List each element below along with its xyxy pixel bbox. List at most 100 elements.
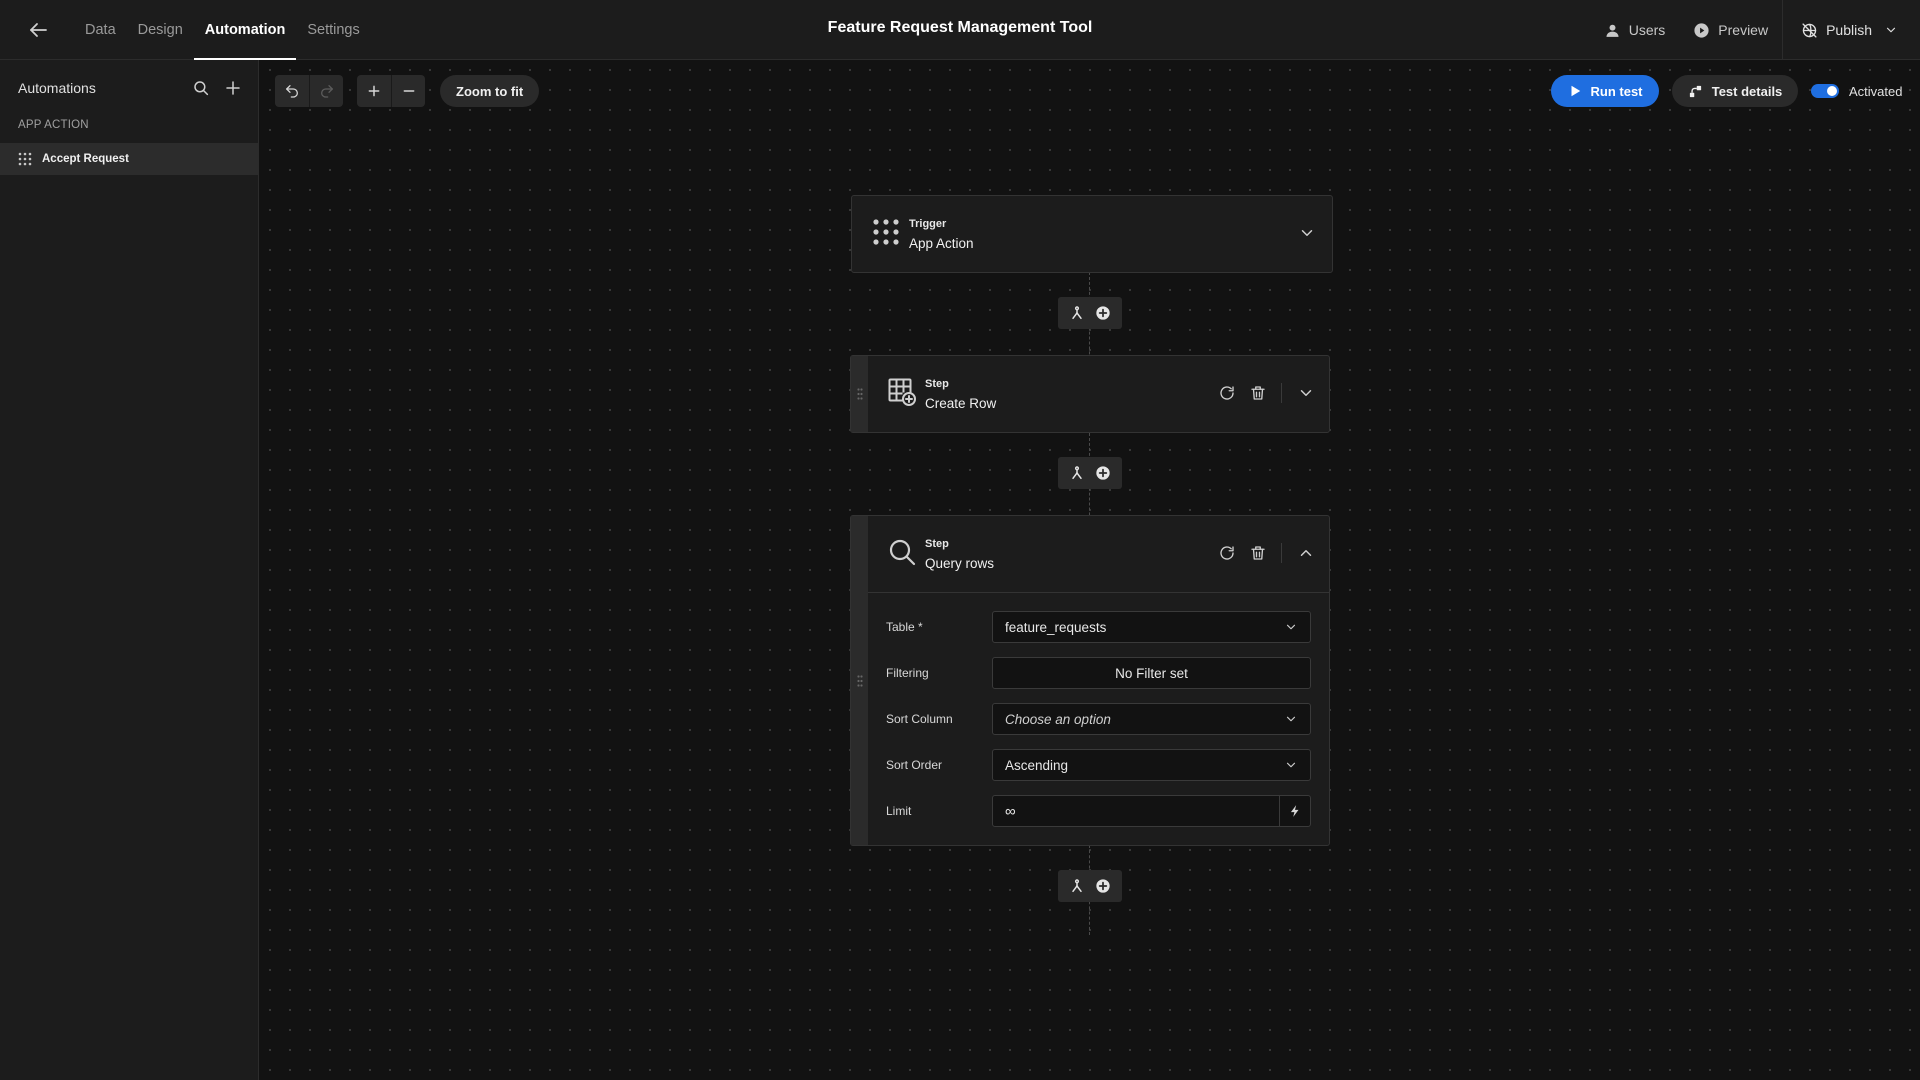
sidebar-item-accept-request[interactable]: Accept Request (0, 143, 258, 175)
field-row-sort-column: Sort Column Choose an option (886, 703, 1311, 735)
chevron-down-icon (1286, 624, 1296, 630)
filtering-value: No Filter set (1115, 665, 1188, 681)
zoom-out-button[interactable] (391, 75, 425, 107)
add-step-icon[interactable] (1095, 878, 1111, 894)
field-row-sort-order: Sort Order Ascending (886, 749, 1311, 781)
query-rows-form: Table * feature_requests Filtering No Fi… (868, 592, 1329, 843)
globe-off-icon (1802, 22, 1817, 38)
chevron-up-icon[interactable] (1297, 544, 1315, 562)
tab-settings[interactable]: Settings (296, 0, 370, 60)
run-test-button[interactable]: Run test (1551, 75, 1659, 107)
automation-canvas[interactable]: Zoom to fit Run test Test details Activa… (260, 60, 1920, 1080)
sort-order-label: Sort Order (886, 758, 943, 772)
sort-column-select[interactable]: Choose an option (992, 703, 1311, 735)
field-row-filtering: Filtering No Filter set (886, 657, 1311, 689)
top-bar: Data Design Automation Settings Feature … (0, 0, 1920, 60)
step-card-query-rows[interactable]: Step Query rows Table * feature_requests (850, 515, 1330, 846)
top-nav: Data Design Automation Settings (74, 0, 371, 60)
chevron-down-icon (1286, 716, 1296, 722)
add-step-pill (1058, 457, 1122, 489)
tab-design[interactable]: Design (127, 0, 194, 60)
trash-icon[interactable] (1249, 384, 1267, 402)
lightning-bolt-icon[interactable] (1279, 796, 1310, 826)
activated-toggle[interactable] (1811, 84, 1839, 98)
users-button[interactable]: Users (1590, 0, 1680, 60)
sidebar-item-label: Accept Request (42, 153, 129, 165)
sidebar-title: Automations (18, 80, 96, 96)
limit-field: ∞ (992, 795, 1311, 827)
step-actions (1205, 542, 1315, 564)
magnifier-icon (888, 538, 916, 566)
step-actions (1205, 382, 1315, 404)
trigger-title: App Action (909, 236, 974, 251)
sort-column-placeholder: Choose an option (1005, 711, 1111, 727)
create-row-icon (888, 378, 916, 406)
chevron-down-icon (1286, 762, 1296, 768)
table-select-value: feature_requests (1005, 619, 1107, 635)
trigger-kicker: Trigger (909, 218, 947, 230)
user-icon (1606, 24, 1619, 37)
preview-button[interactable]: Preview (1679, 0, 1782, 60)
limit-input[interactable]: ∞ (993, 796, 1279, 826)
sort-order-value: Ascending (1005, 757, 1069, 773)
app-action-grid-icon (872, 218, 900, 246)
add-step-pill (1058, 870, 1122, 902)
add-automation-icon[interactable] (224, 79, 242, 97)
sort-order-select[interactable]: Ascending (992, 749, 1311, 781)
undo-icon (286, 85, 298, 98)
sort-column-label: Sort Column (886, 712, 953, 726)
step-title: Create Row (925, 396, 997, 411)
branch-icon[interactable] (1069, 305, 1085, 321)
automations-sidebar: Automations APP ACTION Accept Request (0, 60, 259, 1080)
redo-icon (320, 85, 333, 98)
table-select[interactable]: feature_requests (992, 611, 1311, 643)
refresh-icon[interactable] (1218, 384, 1236, 402)
activated-label: Activated (1849, 83, 1903, 99)
tab-data[interactable]: Data (74, 0, 127, 60)
trash-icon[interactable] (1249, 544, 1267, 562)
add-step-icon[interactable] (1095, 465, 1111, 481)
zoom-controls (357, 75, 425, 107)
chevron-down-icon[interactable] (1297, 384, 1315, 402)
publish-button[interactable]: Publish (1782, 0, 1920, 60)
add-step-pill (1058, 297, 1122, 329)
add-step-icon[interactable] (1095, 305, 1111, 321)
limit-label: Limit (886, 804, 912, 818)
step-kicker: Step (925, 538, 949, 550)
search-icon[interactable] (192, 79, 210, 97)
run-test-label: Run test (1590, 83, 1643, 99)
divider (1281, 543, 1282, 563)
chevron-down-icon (1886, 27, 1896, 33)
step-kicker: Step (925, 378, 949, 390)
chevron-down-icon[interactable] (1298, 224, 1316, 242)
top-actions: Users Preview Publish (1590, 0, 1920, 60)
branch-icon[interactable] (1069, 878, 1085, 894)
trigger-card[interactable]: Trigger App Action (851, 195, 1333, 273)
branch-icon[interactable] (1069, 465, 1085, 481)
test-details-label: Test details (1711, 83, 1783, 99)
tab-automation[interactable]: Automation (193, 0, 297, 60)
activated-control: Activated (1811, 82, 1902, 100)
app-action-grid-icon (18, 152, 32, 166)
refresh-icon[interactable] (1218, 544, 1236, 562)
back-arrow-icon[interactable] (26, 18, 50, 42)
sidebar-section-label: APP ACTION (18, 119, 89, 131)
redo-button[interactable] (309, 75, 343, 107)
field-row-table: Table * feature_requests (886, 611, 1311, 643)
divider (1281, 383, 1282, 403)
plus-icon (368, 85, 380, 97)
trigger-actions (1285, 222, 1316, 244)
zoom-in-button[interactable] (357, 75, 391, 107)
step-title: Query rows (925, 556, 995, 571)
test-details-button[interactable]: Test details (1672, 75, 1798, 107)
play-icon (1571, 85, 1580, 97)
zoom-to-fit-button[interactable]: Zoom to fit (440, 75, 540, 107)
filtering-button[interactable]: No Filter set (992, 657, 1311, 689)
history-controls (275, 75, 343, 107)
play-circle-icon (1694, 22, 1709, 38)
field-row-limit: Limit ∞ (886, 795, 1311, 827)
flow-steps-icon (1689, 85, 1701, 97)
undo-button[interactable] (275, 75, 309, 107)
step-card-create-row[interactable]: Step Create Row (850, 355, 1330, 433)
minus-icon (403, 90, 414, 92)
